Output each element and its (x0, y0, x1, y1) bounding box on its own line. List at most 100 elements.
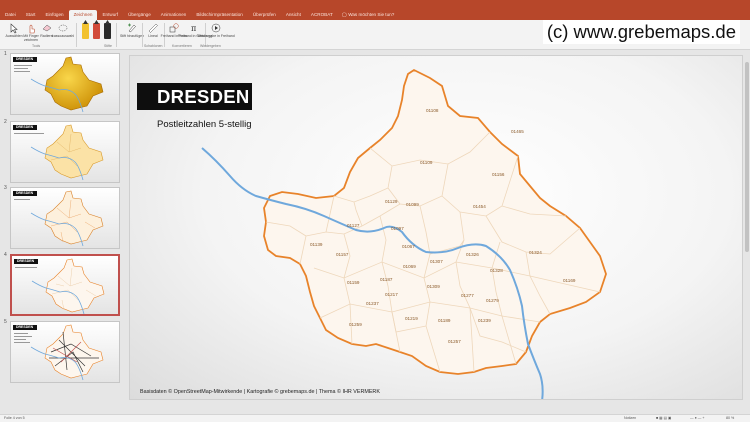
postcode-label: 01309 (427, 284, 440, 289)
postcode-label: 01139 (310, 242, 323, 247)
postcode-label: 01099 (406, 202, 419, 207)
postcode-label: 01108 (426, 108, 439, 113)
postcode-label: 01157 (336, 252, 349, 257)
thumbnail-map (31, 258, 105, 314)
tab-datei[interactable]: Datei (0, 10, 21, 20)
group-label-stencils: Schablonen (144, 44, 163, 48)
watermark-text: (c) www.grebemaps.de (542, 20, 740, 44)
postcode-label: 01326 (466, 252, 479, 257)
ribbon-tabs: Datei Start Einfügen Zeichnen Entwurf Üb… (0, 7, 394, 20)
slide-number: 3 (4, 185, 7, 191)
group-label-tools: Tools (32, 44, 41, 48)
zoom-level[interactable]: 80 % (726, 416, 734, 420)
city-boundary (263, 68, 607, 375)
slide-thumbnail-pane[interactable]: 1 DRESDEN 2 DRESDEN 3 DRESDEN 4 DRESDEN … (0, 51, 123, 414)
postcode-label: 01127 (347, 223, 360, 228)
ruler-label: Lineal (148, 34, 158, 38)
slide-thumbnail-5[interactable]: DRESDEN (10, 321, 120, 383)
slide-subtitle[interactable]: Postleitzahlen 5-stellig (157, 119, 252, 130)
tell-me-label: Was möchten Sie tun? (348, 12, 395, 17)
postcode-label: 01259 (349, 322, 362, 327)
postcode-label: 01279 (486, 298, 499, 303)
finger-draw-icon (25, 22, 37, 34)
postcode-label: 01257 (448, 339, 461, 344)
postcode-label: 01067 (402, 244, 415, 249)
postcode-label: 01187 (380, 277, 393, 282)
zoom-slider[interactable]: — ● — + (690, 416, 704, 420)
group-separator (76, 23, 77, 47)
slide-thumbnail-4[interactable]: DRESDEN (10, 254, 120, 316)
add-pen-icon (126, 22, 138, 34)
tab-animationen[interactable]: Animationen (156, 10, 192, 20)
ink-replay-button[interactable]: Wiedergabe in Freihand (197, 22, 235, 38)
notes-button[interactable]: Notizen (624, 416, 636, 420)
slide-thumbnail-2[interactable]: DRESDEN (10, 121, 120, 183)
tab-uebergaenge[interactable]: Übergänge (123, 10, 156, 20)
replay-icon (210, 22, 222, 34)
postcode-label: 01159 (347, 280, 360, 285)
postcode-label: 01307 (430, 259, 443, 264)
postcode-label: 01169 (563, 278, 576, 283)
slide-credits[interactable]: Basisdaten © OpenStreetMap-Mitwirkende |… (140, 389, 380, 395)
tab-ueberpruefen[interactable]: Überprüfen (248, 10, 281, 20)
postcode-label: 01156 (492, 172, 505, 177)
svg-text:π: π (191, 24, 196, 33)
math-icon: π (189, 22, 201, 34)
slide-thumbnail-3[interactable]: DRESDEN (10, 187, 120, 249)
tab-ansicht[interactable]: Ansicht (281, 10, 306, 20)
slide-number: 2 (4, 119, 7, 125)
lasso-icon (57, 22, 69, 34)
slide-canvas[interactable]: 01108 01465 01109 01156 01129 01099 01454 01139… (129, 55, 743, 400)
postcode-label: 01129 (385, 199, 398, 204)
group-label-replay: Wiedergeben (200, 44, 221, 48)
tab-start[interactable]: Start (21, 10, 41, 20)
lasso-label: Lassoauswahl (51, 34, 75, 38)
pen-red-icon[interactable] (93, 23, 100, 39)
lightbulb-icon: ◯ (341, 12, 347, 17)
thumbnail-map (30, 124, 104, 181)
shapes-icon (168, 22, 180, 34)
group-separator (116, 23, 117, 47)
ruler-icon (147, 22, 159, 34)
postcode-label: 01328 (490, 268, 503, 273)
slide-number: 1 (4, 51, 7, 57)
title-bar: Datei Start Einfügen Zeichnen Entwurf Üb… (0, 0, 750, 20)
postcode-label: 01239 (478, 318, 491, 323)
postcode-label: 01277 (461, 293, 474, 298)
group-label-convert: Konvertieren (172, 44, 192, 48)
tab-entwurf[interactable]: Entwurf (97, 10, 123, 20)
postcode-label: 01454 (473, 204, 486, 209)
postcode-label: 01109 (420, 160, 433, 165)
cursor-icon (8, 22, 20, 34)
lasso-select-button[interactable]: Lassoauswahl (52, 22, 74, 38)
slide-number: 4 (4, 252, 7, 258)
tell-me-search[interactable]: ◯ Was möchten Sie tun? (342, 10, 394, 20)
postcode-label: 01097 (391, 226, 404, 231)
thumbnail-map (30, 324, 104, 381)
status-bar: Folie 4 von 5 Notizen ■ ▦ ▤ ▣ — ● — + 80… (0, 414, 750, 422)
pen-black-icon[interactable] (104, 23, 111, 39)
postcode-label: 01465 (511, 129, 524, 134)
thumbnail-map (30, 56, 104, 113)
tab-acrobat[interactable]: ACROBAT (306, 10, 338, 20)
slide-number: 5 (4, 319, 7, 325)
group-label-pens: Stifte (104, 44, 112, 48)
tab-zeichnen[interactable]: Zeichnen (68, 10, 98, 20)
slide-thumbnail-1[interactable]: DRESDEN (10, 53, 120, 115)
postcode-label: 01324 (529, 250, 542, 255)
view-buttons[interactable]: ■ ▦ ▤ ▣ (656, 416, 671, 420)
postcode-label: 01189 (438, 318, 451, 323)
select-label: Auswählen (5, 34, 23, 38)
postcode-label: 01219 (405, 316, 418, 321)
postcode-label: 01217 (385, 292, 398, 297)
slide-counter: Folie 4 von 5 (4, 416, 25, 420)
scrollbar-thumb[interactable] (745, 62, 749, 252)
postcode-label: 01069 (403, 264, 416, 269)
ink-replay-label: Wiedergabe in Freihand (197, 34, 235, 38)
powerpoint-window: Datei Start Einfügen Zeichnen Entwurf Üb… (0, 0, 750, 422)
pen-yellow-icon[interactable] (82, 23, 89, 39)
tab-einfuegen[interactable]: Einfügen (40, 10, 68, 20)
slide-title[interactable]: DRESDEN (137, 83, 252, 110)
thumbnail-map (30, 190, 104, 247)
tab-bildschirmpraesentation[interactable]: Bildschirmpräsentation (191, 10, 247, 20)
